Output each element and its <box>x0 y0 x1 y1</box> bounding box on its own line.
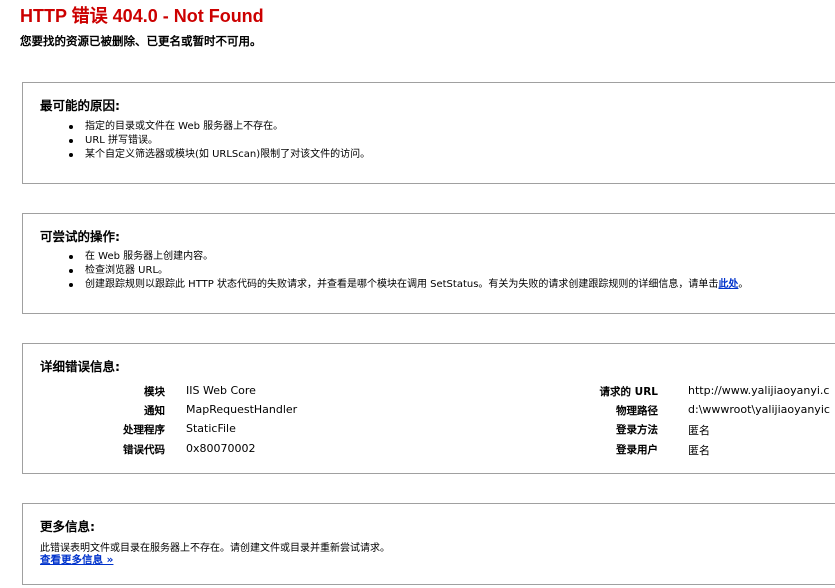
tracing-help-link[interactable]: 此处 <box>718 279 738 290</box>
likely-causes-heading: 最可能的原因: <box>40 98 120 113</box>
list-item: 检查浏览器 URL。 <box>69 264 748 278</box>
view-more-info-link[interactable]: 查看更多信息 » <box>40 552 113 567</box>
requested-url-label: 请求的 URL <box>599 386 658 398</box>
module-label: 模块 <box>144 386 165 398</box>
things-to-try-heading: 可尝试的操作: <box>40 229 120 244</box>
error-code-label: 错误代码 <box>123 444 165 456</box>
module-value: IIS Web Core <box>186 384 256 397</box>
requested-url-value: http://www.yalijiaoyanyi.c <box>688 384 830 397</box>
likely-causes-panel: 最可能的原因: 指定的目录或文件在 Web 服务器上不存在。 URL 拼写错误。… <box>22 82 835 184</box>
list-item: 创建跟踪规则以跟踪此 HTTP 状态代码的失败请求，并查看是哪个模块在调用 Se… <box>69 278 748 292</box>
logon-user-value: 匿名 <box>688 444 710 457</box>
logon-method-label: 登录方法 <box>616 424 658 436</box>
error-title: HTTP 错误 404.0 - Not Found <box>20 6 264 26</box>
detailed-error-panel: 详细错误信息: 模块 IIS Web Core 通知 MapRequestHan… <box>22 343 835 474</box>
more-info-panel: 更多信息: 此错误表明文件或目录在服务器上不存在。请创建文件或目录并重新尝试请求… <box>22 503 835 585</box>
detailed-error-heading: 详细错误信息: <box>40 359 120 374</box>
tracing-rule-text: 创建跟踪规则以跟踪此 HTTP 状态代码的失败请求，并查看是哪个模块在调用 Se… <box>85 279 719 290</box>
notification-value: MapRequestHandler <box>186 403 298 416</box>
sentence-end: 。 <box>738 279 749 290</box>
notification-label: 通知 <box>144 405 165 417</box>
logon-user-label: 登录用户 <box>616 444 658 456</box>
error-subtitle: 您要找的资源已被删除、已更名或暂时不可用。 <box>20 34 262 48</box>
things-to-try-list: 在 Web 服务器上创建内容。 检查浏览器 URL。 创建跟踪规则以跟踪此 HT… <box>69 250 748 292</box>
list-item: 某个自定义筛选器或模块(如 URLScan)限制了对该文件的访问。 <box>69 148 370 162</box>
more-info-heading: 更多信息: <box>40 519 95 534</box>
handler-label: 处理程序 <box>123 424 165 436</box>
physical-path-label: 物理路径 <box>616 405 658 417</box>
physical-path-value: d:\wwwroot\yalijiaoyanyic <box>688 403 830 416</box>
likely-causes-list: 指定的目录或文件在 Web 服务器上不存在。 URL 拼写错误。 某个自定义筛选… <box>69 120 370 162</box>
list-item: URL 拼写错误。 <box>69 134 370 148</box>
handler-value: StaticFile <box>186 422 236 435</box>
error-code-value: 0x80070002 <box>186 442 256 455</box>
list-item: 在 Web 服务器上创建内容。 <box>69 250 748 264</box>
things-to-try-panel: 可尝试的操作: 在 Web 服务器上创建内容。 检查浏览器 URL。 创建跟踪规… <box>22 213 835 314</box>
logon-method-value: 匿名 <box>688 424 710 437</box>
list-item: 指定的目录或文件在 Web 服务器上不存在。 <box>69 120 370 134</box>
